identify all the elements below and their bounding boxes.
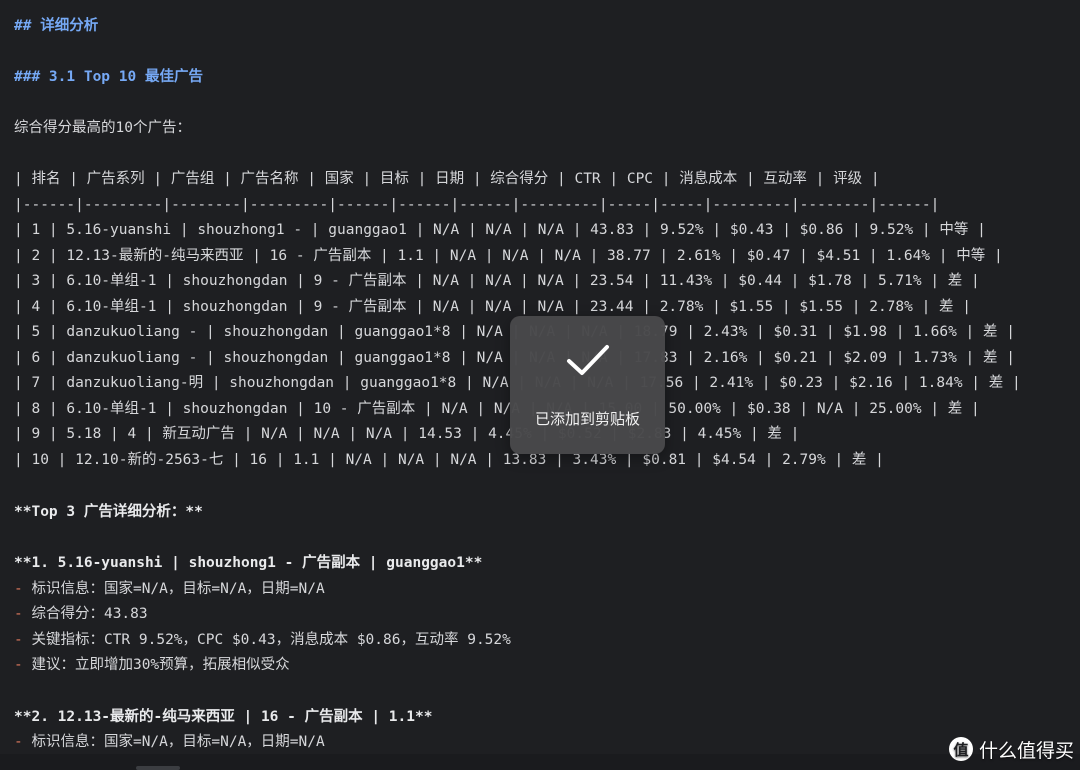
list-item: - 关键指标：CTR 9.52%，CPC $0.43，消息成本 $0.86，互动… [14,627,1066,653]
ad-1-title: **1. 5.16-yuanshi | shouzhong1 - 广告副本 | … [14,555,483,571]
table-header: | 排名 | 广告系列 | 广告组 | 广告名称 | 国家 | 目标 | 日期 … [14,171,880,187]
list-bullet: - [14,606,32,622]
toast-message: 已添加到剪贴板 [534,410,640,428]
list-item-text: 综合得分：43.83 [31,606,148,622]
list-item-text: 建议：立即增加30%预算，拓展相似受众 [31,657,290,673]
watermark-logo-icon: 值 [948,737,973,761]
section-heading: ## 详细分析 [14,18,99,34]
watermark-text: 什么值得买 [978,739,1074,762]
list-item: - 标识信息：国家=N/A，目标=N/A，日期=N/A [14,729,1066,755]
list-item: - 标识信息：国家=N/A，目标=N/A，日期=N/A [14,576,1066,602]
scroll-indicator[interactable] [136,766,180,770]
table-row: | 1 | 5.16-yuanshi | shouzhong1 - | guan… [14,222,986,238]
list-item-text: 标识信息：国家=N/A，目标=N/A，日期=N/A [31,581,325,597]
top3-heading: **Top 3 广告详细分析：** [14,504,203,520]
bottom-bar [0,754,1080,770]
subsection-heading: ### 3.1 Top 10 最佳广告 [14,69,203,85]
table-row: | 3 | 6.10-单组-1 | shouzhongdan | 9 - 广告副… [14,273,980,289]
table-separator: |------|---------|--------|---------|---… [14,197,940,213]
intro-text: 综合得分最高的10个广告： [14,120,191,136]
list-bullet: - [14,632,32,648]
ad-2-title: **2. 12.13-最新的-纯马来西亚 | 16 - 广告副本 | 1.1** [14,709,433,725]
list-item-text: 关键指标：CTR 9.52%，CPC $0.43，消息成本 $0.86，互动率 … [31,632,511,648]
list-item: - 综合得分：43.83 [14,601,1066,627]
check-icon [567,345,609,375]
list-item-text: 标识信息：国家=N/A，目标=N/A，日期=N/A [31,734,325,750]
list-item: - 建议：立即增加30%预算，拓展相似受众 [14,652,1066,678]
list-bullet: - [14,657,32,673]
list-bullet: - [14,734,32,750]
watermark: 值 什么值得买 [948,732,1074,766]
table-row: | 2 | 12.13-最新的-纯马来西亚 | 16 - 广告副本 | 1.1 … [14,248,1003,264]
clipboard-toast: 已添加到剪贴板 [510,316,665,454]
list-bullet: - [14,581,32,597]
